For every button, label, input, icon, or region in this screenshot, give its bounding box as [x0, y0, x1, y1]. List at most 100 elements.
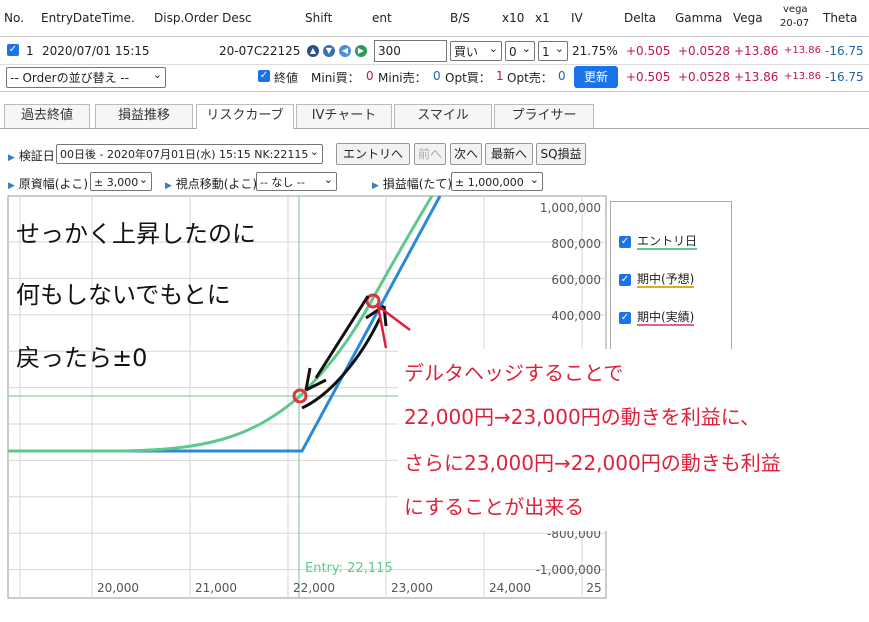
mini-sell-label: Mini売： — [378, 71, 427, 85]
order-theta: -16.75 — [825, 44, 864, 58]
x-tick: 23,000 — [391, 581, 433, 595]
opt-sell-count: 0 — [558, 69, 566, 83]
legend-checkbox[interactable]: ✓ — [619, 311, 631, 324]
tab-smile[interactable]: スマイル — [394, 104, 492, 128]
sq-pl-button[interactable]: SQ損益 — [536, 143, 586, 165]
col-entry-date: EntryDateTime. — [41, 11, 135, 25]
note-line-3: 戻ったら±0 — [16, 344, 148, 372]
col-ent: ent — [372, 11, 392, 25]
col-delta: Delta — [624, 11, 657, 25]
shift-up-icon[interactable]: ▲ — [307, 45, 319, 57]
triangle-icon: ▶ — [8, 181, 15, 191]
yrange-select[interactable]: ± 1,000,000 — [451, 172, 543, 191]
order-row: ✓ 1 2020/07/01 15:15 20-07C22125 ▲ ▼ ◀ ▶… — [0, 37, 869, 65]
legend-checkbox[interactable]: ✓ — [619, 235, 631, 248]
col-vega-small: vega — [783, 4, 808, 15]
order-delta: +0.505 — [626, 44, 671, 58]
x-tick: 21,000 — [195, 581, 237, 595]
order-checkbox[interactable]: ✓ — [7, 44, 19, 56]
close-checkbox[interactable]: ✓ — [258, 70, 270, 82]
col-theta: Theta — [823, 11, 858, 25]
opt-sell-label: Opt売： — [507, 71, 553, 85]
col-iv: IV — [571, 11, 583, 25]
bs-select[interactable]: 買い — [450, 41, 502, 61]
verify-date-label: ▶ 検証日 — [8, 147, 55, 164]
y-tick: 800,000 — [551, 237, 601, 251]
summary-theta: -16.75 — [825, 70, 864, 84]
opt-buy-label: Opt買： — [445, 71, 491, 85]
callout-line-4: にすることが出来る — [404, 495, 585, 519]
note-line-1: せっかく上昇したのに — [16, 220, 256, 248]
latest-button[interactable]: 最新へ — [485, 143, 533, 165]
shift-down-icon[interactable]: ▼ — [323, 45, 335, 57]
x1-select[interactable]: 1 — [538, 41, 568, 61]
chart-legend: ✓ エントリ日 ✓ 期中(予想) ✓ 期中(実績) — [610, 201, 732, 373]
col-vega-small-month: 20-07 — [780, 18, 810, 29]
y-tick: 600,000 — [551, 273, 601, 287]
callout-line-2: 22,000円→23,000円の動きを利益に、 — [404, 405, 761, 429]
verify-date-text: 検証日 — [18, 149, 55, 163]
next-button[interactable]: 次へ — [450, 143, 482, 165]
order-date: 2020/07/01 15:15 — [42, 44, 150, 58]
shift-left-icon[interactable]: ◀ — [339, 45, 351, 57]
view-shift-text: 視点移動(よこ) — [175, 177, 258, 191]
mini-buy-count: 0 — [366, 69, 374, 83]
table-header: No. EntryDateTime. Disp.Order Desc Shift… — [0, 0, 869, 37]
update-button[interactable]: 更新 — [574, 66, 618, 88]
col-x1: x1 — [535, 11, 550, 25]
sort-select[interactable]: -- Orderの並び替え -- — [6, 67, 166, 88]
xrange-text: 原資幅(よこ) — [18, 177, 89, 191]
order-gamma: +0.0528 — [678, 44, 731, 58]
order-desc: 20-07C22125 — [219, 44, 301, 58]
xrange-select[interactable]: ± 3,000 — [90, 172, 152, 191]
summary-vega: +13.86 — [734, 70, 779, 84]
col-shift: Shift — [305, 11, 333, 25]
x10-select[interactable]: 0 — [505, 41, 535, 61]
x-tick: 20,000 — [97, 581, 139, 595]
verify-date-select[interactable]: 00日後 - 2020年07月01日(水) 15:15 NK:22115 — [56, 144, 323, 164]
ent-input[interactable]: 300 — [374, 40, 447, 62]
annotation-callout: デルタヘッジすることで 22,000円→23,000円の動きを利益に、 さらに2… — [398, 349, 867, 531]
col-no: No. — [4, 11, 24, 25]
tab-risk-curve[interactable]: リスクカーブ — [196, 104, 294, 129]
summary-delta: +0.505 — [626, 70, 671, 84]
triangle-icon: ▶ — [8, 153, 15, 163]
triangle-icon: ▶ — [372, 181, 379, 191]
view-shift-select[interactable]: -- なし -- — [256, 172, 337, 191]
entry-label: Entry: 22,115 — [305, 561, 393, 576]
legend-item-actual[interactable]: ✓ 期中(実績) — [619, 308, 695, 326]
prev-button[interactable]: 前へ — [414, 143, 446, 165]
shift-right-icon[interactable]: ▶ — [355, 45, 367, 57]
tab-iv-chart[interactable]: IVチャート — [296, 104, 392, 128]
col-gamma: Gamma — [675, 11, 723, 25]
x-tick: 22,000 — [293, 581, 335, 595]
view-shift-label: ▶ 視点移動(よこ) — [165, 175, 257, 192]
col-vega: Vega — [733, 11, 763, 25]
order-vega-small: +13.86 — [784, 45, 822, 56]
order-iv: 21.75% — [572, 44, 618, 58]
note-line-2: 何もしないでもとに — [16, 281, 231, 309]
legend-label: 期中(予想) — [637, 272, 695, 288]
summary-gamma: +0.0528 — [678, 70, 731, 84]
tab-pl-history[interactable]: 損益推移 — [95, 104, 193, 128]
legend-item-entry[interactable]: ✓ エントリ日 — [619, 232, 698, 250]
xrange-label: ▶ 原資幅(よこ) — [8, 175, 88, 192]
legend-checkbox[interactable]: ✓ — [619, 273, 631, 286]
summary-vega-small: +13.86 — [784, 71, 822, 82]
entry-button[interactable]: エントリへ — [336, 143, 410, 165]
mini-buy-label: Mini買： — [311, 71, 360, 85]
tab-pricer[interactable]: プライサー — [494, 104, 594, 128]
tab-past-close[interactable]: 過去終値 — [4, 104, 90, 128]
order-vega: +13.86 — [734, 44, 779, 58]
yrange-text: 損益幅(たて) — [382, 177, 453, 191]
legend-label: 期中(実績) — [637, 310, 695, 326]
legend-item-forecast[interactable]: ✓ 期中(予想) — [619, 270, 695, 288]
callout-line-1: デルタヘッジすることで — [404, 361, 624, 385]
col-x10: x10 — [502, 11, 525, 25]
y-tick: -1,000,000 — [536, 563, 601, 577]
col-bs: B/S — [450, 11, 470, 25]
x-tick: 25 — [586, 581, 601, 595]
col-desc: Disp.Order Desc — [154, 11, 252, 25]
close-label: 終値 — [274, 71, 299, 85]
callout-line-3: さらに23,000円→22,000円の動きも利益 — [404, 451, 781, 475]
